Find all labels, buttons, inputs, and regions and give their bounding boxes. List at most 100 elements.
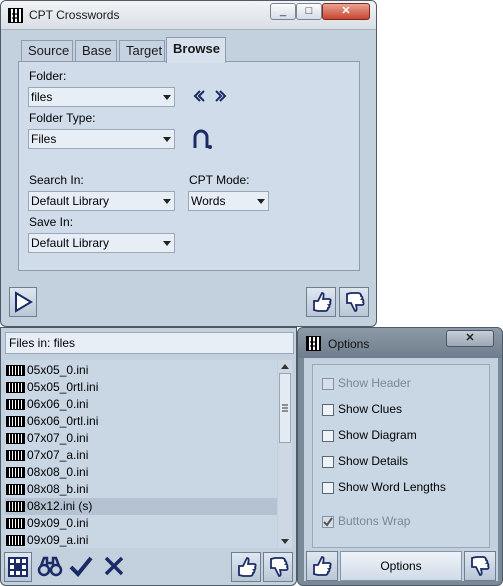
file-name: 06x06_0.ini <box>27 397 89 411</box>
show-details-checkbox[interactable] <box>322 456 334 468</box>
save-in-label: Save In: <box>29 215 74 229</box>
options-thumbs-down-button[interactable] <box>464 551 496 581</box>
options-button[interactable]: Options <box>340 551 462 581</box>
play-button[interactable] <box>9 287 37 317</box>
show-clues-label: Show Clues <box>338 402 403 416</box>
file-name: 06x06_0rtl.ini <box>27 414 99 428</box>
buttons-wrap-checkbox[interactable] <box>322 516 334 528</box>
list-item[interactable]: 07x07_0.ini <box>5 430 277 447</box>
chevron-down-icon <box>163 95 171 100</box>
folder-select[interactable]: files <box>28 87 175 107</box>
chevron-down-icon <box>257 199 265 204</box>
cpt-mode-select[interactable]: Words <box>188 191 269 211</box>
thumbs-up-icon <box>238 557 257 577</box>
tab-target[interactable]: Target <box>119 40 165 62</box>
tab-browse[interactable]: Browse <box>166 37 226 63</box>
app-grid-icon <box>8 8 23 23</box>
thumbs-down-icon <box>270 557 289 577</box>
cross-icon <box>104 556 124 576</box>
thumbs-down-icon <box>471 556 490 576</box>
chevron-down-icon <box>163 241 171 246</box>
grid-file-icon <box>6 501 25 512</box>
folder-label: Folder: <box>29 69 67 83</box>
list-item[interactable]: 05x05_0.ini <box>5 362 277 379</box>
cpt-mode-label: CPT Mode: <box>189 173 250 187</box>
close-button[interactable]: ✕ <box>322 3 370 20</box>
file-name: 05x05_0.ini <box>27 363 89 377</box>
thumbs-down-button-files[interactable] <box>263 552 293 582</box>
list-item[interactable]: 06x06_0rtl.ini <box>5 413 277 430</box>
scroll-thumb[interactable] <box>279 373 291 443</box>
thumbs-up-icon <box>313 556 332 576</box>
folder-select-value: files <box>31 90 53 104</box>
folder-type-select[interactable]: Files <box>28 129 175 149</box>
cpt-mode-value: Words <box>191 194 226 208</box>
grid-file-icon <box>6 399 25 410</box>
play-icon <box>15 291 33 313</box>
show-header-checkbox[interactable] <box>322 378 334 390</box>
back-icon[interactable] <box>192 89 206 103</box>
search-in-select[interactable]: Default Library <box>28 191 175 211</box>
show-header-label: Show Header <box>338 376 411 390</box>
thumbs-down-button[interactable] <box>339 287 369 317</box>
binoculars-button[interactable] <box>36 552 64 582</box>
window-title: CPT Crosswords <box>29 8 120 22</box>
options-titlebar[interactable]: Options ✕ <box>298 328 502 358</box>
grid-file-icon <box>6 484 25 495</box>
file-name: 07x07_a.ini <box>27 448 89 462</box>
file-name: 07x07_0.ini <box>27 431 89 445</box>
show-diagram-label: Show Diagram <box>338 428 417 442</box>
chevron-down-icon <box>163 137 171 142</box>
maximize-button[interactable]: □ <box>296 3 322 20</box>
grid-file-icon <box>6 365 25 376</box>
show-word-lengths-label: Show Word Lengths <box>338 480 446 494</box>
files-header: Files in: files <box>5 332 294 354</box>
scroll-down-arrow[interactable] <box>278 536 292 548</box>
options-thumbs-up-button[interactable] <box>306 551 338 581</box>
forward-icon[interactable] <box>214 89 228 103</box>
list-item-selected[interactable]: 08x12.ini (s) <box>5 498 277 515</box>
tab-base[interactable]: Base <box>75 40 117 62</box>
file-list[interactable]: 05x05_0.ini 05x05_0rtl.ini 06x06_0.ini 0… <box>5 360 277 548</box>
grid-button[interactable] <box>4 552 32 582</box>
save-in-select[interactable]: Default Library <box>28 233 175 253</box>
check-button[interactable] <box>67 552 95 582</box>
cross-button[interactable] <box>100 552 128 582</box>
check-icon <box>69 556 93 577</box>
search-in-value: Default Library <box>31 194 110 208</box>
show-clues-checkbox[interactable] <box>322 404 334 416</box>
search-in-label: Search In: <box>29 173 84 187</box>
magnet-icon[interactable] <box>191 128 213 150</box>
list-item[interactable]: 07x07_a.ini <box>5 447 277 464</box>
scroll-up-arrow[interactable] <box>278 360 292 372</box>
options-title: Options <box>328 337 370 351</box>
grid-file-icon <box>6 416 25 427</box>
chevron-down-icon <box>163 199 171 204</box>
main-titlebar[interactable]: CPT Crosswords _ □ ✕ <box>1 1 376 30</box>
minimize-button[interactable]: _ <box>270 3 296 20</box>
list-item[interactable]: 08x08_b.ini <box>5 481 277 498</box>
list-item[interactable]: 05x05_0rtl.ini <box>5 379 277 396</box>
grid-file-icon <box>6 450 25 461</box>
list-item[interactable]: 06x06_0.ini <box>5 396 277 413</box>
thumbs-up-button-files[interactable] <box>231 552 261 582</box>
save-in-value: Default Library <box>31 236 110 250</box>
list-item[interactable]: 09x09_a.ini <box>5 532 277 548</box>
list-item[interactable]: 09x09_0.ini <box>5 515 277 532</box>
tab-source[interactable]: Source <box>21 40 73 62</box>
main-window: CPT Crosswords _ □ ✕ Source Base Target … <box>0 0 377 327</box>
options-close-button[interactable]: ✕ <box>446 330 494 347</box>
show-word-lengths-checkbox[interactable] <box>322 482 334 494</box>
list-item[interactable]: 08x08_0.ini <box>5 464 277 481</box>
grid-file-icon <box>6 382 25 393</box>
file-name: 09x09_a.ini <box>27 533 89 547</box>
checkmark-icon <box>323 517 333 527</box>
buttons-wrap-label: Buttons Wrap <box>338 514 411 528</box>
grid-file-icon <box>6 433 25 444</box>
file-list-scrollbar[interactable] <box>278 360 292 548</box>
grid-file-icon <box>6 467 25 478</box>
thumbs-up-button[interactable] <box>306 287 336 317</box>
show-diagram-checkbox[interactable] <box>322 430 334 442</box>
file-name: 08x12.ini (s) <box>27 499 93 513</box>
grid-file-icon <box>6 535 25 546</box>
